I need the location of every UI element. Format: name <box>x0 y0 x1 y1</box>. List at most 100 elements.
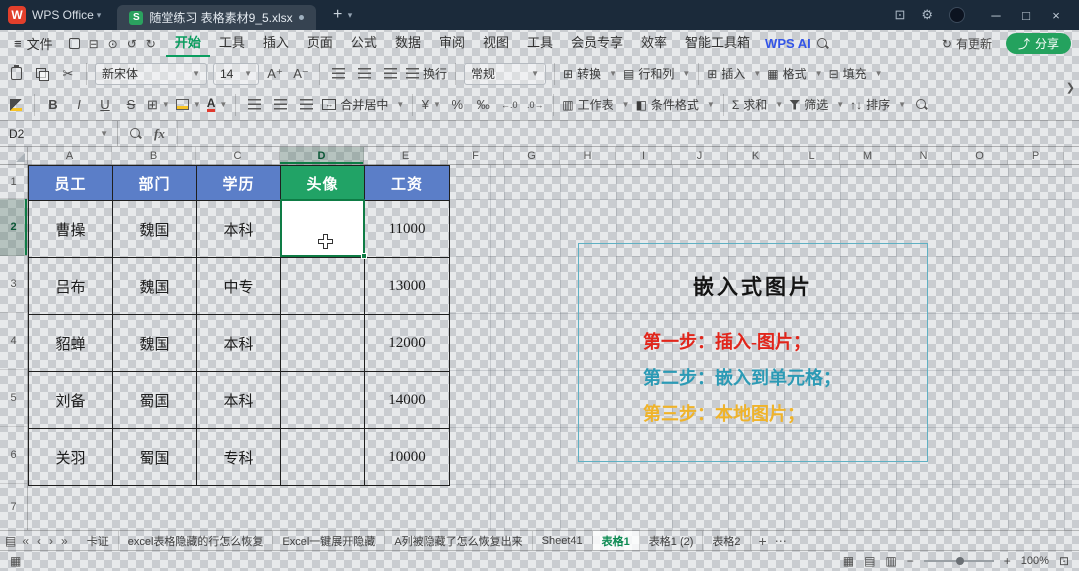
filter-button[interactable]: 筛选 ▼ <box>789 96 844 113</box>
name-box[interactable]: D2 ▼ <box>0 121 118 146</box>
fill-color-button[interactable]: ▼ <box>176 94 201 116</box>
sort-button[interactable]: ↑↓ 排序 ▼ <box>850 96 906 113</box>
column-header[interactable]: B <box>112 147 196 164</box>
menu-tab[interactable]: 开始 <box>166 30 210 57</box>
department-cell[interactable]: 蜀国 <box>113 372 197 428</box>
column-header[interactable]: E <box>364 147 448 164</box>
underline-button[interactable]: U <box>95 94 115 116</box>
menu-tab[interactable]: 公式 <box>342 30 386 57</box>
increase-font-button[interactable]: A⁺ <box>265 63 285 85</box>
menu-tab[interactable]: 视图 <box>474 30 518 57</box>
row-header[interactable]: 4 <box>0 313 27 370</box>
thousands-separator-button[interactable]: ‰ <box>473 94 493 116</box>
menu-tab[interactable]: 效率 <box>632 30 676 57</box>
selected-cell-d2[interactable] <box>280 199 365 257</box>
user-avatar[interactable] <box>949 7 965 23</box>
menu-tab[interactable]: 会员专享 <box>562 30 632 57</box>
table-header-cell[interactable]: 学历 <box>197 166 281 200</box>
save-icon[interactable] <box>69 38 80 49</box>
avatar-cell[interactable] <box>281 315 365 371</box>
column-header[interactable]: L <box>784 147 840 164</box>
zoom-level[interactable]: 100% <box>1021 555 1049 567</box>
education-cell[interactable]: 本科 <box>197 315 281 371</box>
sheet-tab[interactable]: excel表格隐藏的行怎么恢复 <box>119 531 274 550</box>
decrease-font-button[interactable]: A⁻ <box>291 63 311 85</box>
fullscreen-icon[interactable]: ⊡ <box>1059 554 1069 568</box>
document-tab[interactable]: S 随堂练习 表格素材9_5.xlsx <box>117 5 315 30</box>
fill-handle[interactable] <box>361 253 367 259</box>
next-sheet-icon[interactable]: › <box>49 534 53 548</box>
column-header[interactable]: G <box>504 147 560 164</box>
table-header-cell[interactable]: 工资 <box>365 166 449 200</box>
app-menu-chevron-icon[interactable]: ▾ <box>97 10 102 21</box>
salary-cell[interactable]: 13000 <box>365 258 449 314</box>
table-header-cell[interactable]: 部门 <box>113 166 197 200</box>
formula-input[interactable] <box>178 121 1079 146</box>
share-button[interactable]: ⤴ 分享 <box>1006 33 1071 54</box>
sheet-tab[interactable]: 表格1 (2) <box>640 531 704 550</box>
row-header[interactable]: 7 <box>0 484 27 530</box>
zoom-formula-icon[interactable] <box>130 128 142 140</box>
bold-button[interactable]: B <box>43 94 63 116</box>
decrease-decimal-button[interactable]: .0→ <box>525 94 545 116</box>
column-header[interactable]: F <box>448 147 504 164</box>
zoom-slider[interactable] <box>924 560 994 562</box>
avatar-cell[interactable] <box>281 258 365 314</box>
align-top-button[interactable] <box>328 63 348 85</box>
minimize-button[interactable]: ─ <box>981 8 1011 23</box>
select-all-corner[interactable] <box>0 147 28 164</box>
align-center-button[interactable] <box>270 94 290 116</box>
row-header[interactable]: 6 <box>0 427 27 484</box>
salary-cell[interactable]: 12000 <box>365 315 449 371</box>
number-format-select[interactable]: 常规▼ <box>464 63 546 85</box>
normal-view-icon[interactable]: ▦ <box>843 554 854 568</box>
column-header[interactable]: M <box>840 147 896 164</box>
update-available-button[interactable]: ↻ 有更新 <box>942 35 992 52</box>
department-cell[interactable]: 魏国 <box>113 201 197 257</box>
department-cell[interactable]: 魏国 <box>113 258 197 314</box>
percent-format-button[interactable]: % <box>447 94 467 116</box>
font-family-select[interactable]: 新宋体▼ <box>95 63 207 85</box>
menu-tab[interactable]: 工具 <box>518 30 562 57</box>
avatar-cell[interactable] <box>281 372 365 428</box>
cut-button[interactable]: ✂ <box>58 63 78 85</box>
row-header[interactable]: 2 <box>0 199 27 256</box>
employee-cell[interactable]: 关羽 <box>29 429 113 485</box>
department-cell[interactable]: 魏国 <box>113 315 197 371</box>
undo-icon[interactable]: ↺ <box>127 37 137 51</box>
column-header[interactable]: J <box>672 147 728 164</box>
column-header[interactable]: O <box>952 147 1008 164</box>
settings-gear-icon[interactable]: ⚙ <box>921 7 933 23</box>
column-header[interactable]: H <box>560 147 616 164</box>
table-header-cell[interactable]: 员工 <box>29 166 113 200</box>
align-bottom-button[interactable] <box>380 63 400 85</box>
italic-button[interactable]: I <box>69 94 89 116</box>
salary-cell[interactable]: 11000 <box>365 201 449 257</box>
first-sheet-icon[interactable]: « <box>22 534 29 548</box>
education-cell[interactable]: 中专 <box>197 258 281 314</box>
education-cell[interactable]: 本科 <box>197 372 281 428</box>
row-header[interactable]: 3 <box>0 256 27 313</box>
page-break-view-icon[interactable]: ▤ <box>864 554 875 568</box>
prev-sheet-icon[interactable]: ‹ <box>37 534 41 548</box>
new-tab-button[interactable]: + <box>328 6 348 24</box>
table-header-cell[interactable]: 头像 <box>281 166 365 200</box>
convert-button[interactable]: ⊞ 转换 ▼ <box>563 65 617 82</box>
embedded-image-tips-textbox[interactable]: 嵌入式图片 第一步：插入-图片；第二步：嵌入到单元格；第三步：本地图片； <box>578 243 928 462</box>
menu-tab[interactable]: 工具 <box>210 30 254 57</box>
salary-cell[interactable]: 14000 <box>365 372 449 428</box>
employee-cell[interactable]: 刘备 <box>29 372 113 428</box>
last-sheet-icon[interactable]: » <box>61 534 68 548</box>
education-cell[interactable]: 本科 <box>197 201 281 257</box>
format-painter-button[interactable] <box>6 94 26 116</box>
sheet-tab[interactable]: 卡证 <box>78 531 119 550</box>
menu-tab[interactable]: 页面 <box>298 30 342 57</box>
sheet-tab[interactable]: A列被隐藏了怎么恢复出来 <box>385 531 532 550</box>
paste-button[interactable] <box>6 63 26 85</box>
preview-icon[interactable]: ⊙ <box>108 37 118 51</box>
font-color-button[interactable]: A▼ <box>207 94 228 116</box>
font-size-select[interactable]: 14▼ <box>213 63 259 85</box>
copy-button[interactable] <box>32 63 52 85</box>
print-icon[interactable]: ⊟ <box>89 37 99 51</box>
sheet-tab[interactable]: 表格1 <box>593 531 640 550</box>
